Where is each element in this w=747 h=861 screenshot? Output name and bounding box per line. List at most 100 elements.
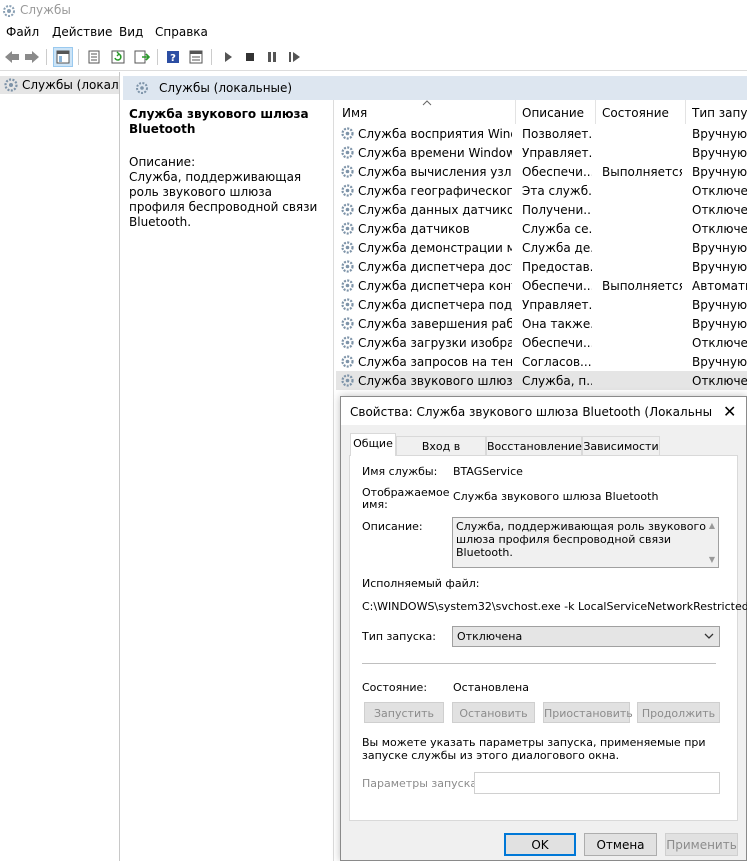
window-title: Службы	[20, 3, 71, 17]
service-gear-icon	[340, 240, 355, 258]
scroll-down-icon[interactable]: ▼	[709, 553, 715, 566]
menu-help[interactable]: Справка	[155, 25, 208, 39]
service-gear-icon	[340, 297, 355, 315]
cancel-button[interactable]: Отмена	[584, 833, 657, 856]
tree-item-label: Службы (локальные)	[22, 78, 118, 92]
tab-recovery[interactable]: Восстановление	[486, 436, 582, 455]
table-row[interactable]: Служба диспетчера доступа Предостав... Вру…	[336, 257, 747, 276]
chevron-down-icon	[704, 633, 714, 639]
dialog-titlebar: Свойства: Служба звукового шлюза Bluetoo…	[341, 397, 746, 425]
toolbar: ?	[0, 44, 747, 71]
service-description: Служба, п...	[522, 374, 592, 388]
table-row[interactable]: Служба времени Windows Управляет... Вручну…	[336, 143, 747, 162]
service-description: Она также...	[522, 317, 592, 331]
column-description[interactable]: Описание	[522, 106, 584, 120]
pause-button[interactable]: Приостановить	[543, 702, 633, 723]
service-description: Эта служб...	[522, 184, 592, 198]
description-textarea[interactable]: Служба, поддерживающая роль звукового шл…	[452, 517, 719, 568]
table-row[interactable]: Служба демонстрации магазина Служба де...…	[336, 238, 747, 257]
start-button[interactable]: Запустить	[364, 702, 444, 723]
sort-ascending-icon	[422, 100, 432, 106]
service-name: Служба географического положения	[358, 184, 512, 198]
help-icon[interactable]: ?	[163, 47, 183, 67]
properties-dialog: Свойства: Служба звукового шлюза Bluetoo…	[340, 396, 747, 861]
back-arrow-icon[interactable]	[2, 47, 22, 67]
service-description: Обеспечи...	[522, 336, 592, 350]
general-tab-panel: Имя службы: BTAGService Отображаемое имя…	[349, 455, 747, 821]
service-description: Служба се...	[522, 222, 592, 236]
display-name-label: Отображаемое имя:	[362, 486, 450, 511]
column-name[interactable]: Имя	[342, 106, 367, 120]
menu-file[interactable]: Файл	[6, 25, 39, 39]
service-gear-icon	[340, 126, 355, 144]
executable-label: Исполняемый файл:	[362, 577, 480, 590]
display-name-value: Служба звукового шлюза Bluetooth	[453, 490, 659, 503]
service-gear-icon	[340, 259, 355, 277]
menu-bar: Файл Действие Вид Справка	[0, 22, 747, 43]
service-description: Согласов...	[522, 355, 592, 369]
dialog-title: Свойства: Служба звукового шлюза Bluetoo…	[350, 405, 712, 419]
window-titlebar: Службы	[0, 0, 747, 22]
table-row[interactable]: Служба диспетчера подключений Управляет..…	[336, 295, 747, 314]
column-startup-type[interactable]: Тип запуска	[692, 106, 747, 120]
service-description: Предостав...	[522, 260, 592, 274]
extended-description: Служба звукового шлюза Bluetooth Описани…	[123, 100, 334, 861]
description-value: Служба, поддерживающая роль звукового шл…	[456, 520, 706, 559]
service-name: Служба диспетчера контейнеров	[358, 279, 512, 293]
play-icon[interactable]	[218, 47, 238, 67]
stop-icon[interactable]	[240, 47, 260, 67]
refresh-icon[interactable]	[108, 47, 128, 67]
description-text: Служба, поддерживающая роль звукового шл…	[129, 170, 318, 229]
service-gear-icon	[340, 373, 355, 391]
export-list-icon[interactable]	[132, 47, 152, 67]
service-name: Служба запросов на теневое	[358, 355, 512, 369]
restart-icon[interactable]	[285, 47, 305, 67]
table-row[interactable]: Служба вычисления узлов Обеспечи... Выполн…	[336, 162, 747, 181]
service-description: Управляет...	[522, 146, 592, 160]
services-gear-icon	[135, 81, 149, 98]
resume-button[interactable]: Продолжить	[637, 702, 720, 723]
service-name: Служба восприятия Windows	[358, 127, 512, 141]
start-params-input[interactable]	[474, 772, 720, 794]
service-status: Выполняется	[602, 279, 682, 293]
table-row[interactable]: Служба загрузки изображений Обеспечи... От…	[336, 333, 747, 352]
startup-type-label: Тип запуска:	[362, 630, 436, 643]
startup-type-select[interactable]: Отключена	[452, 626, 720, 647]
service-startup-type: Автоматически	[692, 279, 747, 293]
menu-action[interactable]: Действие	[52, 25, 112, 39]
console-tree-icon[interactable]	[53, 47, 73, 67]
table-row[interactable]: Служба запросов на теневое Согласов... Вру…	[336, 352, 747, 371]
service-startup-type: Вручную (активировать запуск)	[692, 355, 747, 369]
service-startup-type: Отключена	[692, 184, 747, 198]
description-label: Описание:	[129, 155, 196, 169]
ok-button[interactable]: OK	[504, 833, 576, 856]
description-label: Описание:	[362, 520, 423, 533]
properties-icon[interactable]	[84, 47, 104, 67]
service-startup-type: Отключена	[692, 374, 747, 388]
forward-arrow-icon[interactable]	[22, 47, 42, 67]
tree-item-services-local[interactable]: Службы (локальные)	[0, 76, 119, 94]
table-row[interactable]: Служба датчиков Служба се... Отключена	[336, 219, 747, 238]
close-icon[interactable]: ✕	[723, 402, 736, 421]
service-gear-icon	[340, 164, 355, 182]
tab-logon[interactable]: Вход в систему	[396, 436, 486, 466]
apply-button[interactable]: Применить	[665, 833, 738, 856]
table-row[interactable]: Служба звукового шлюза Bluetooth Служба, …	[336, 371, 747, 390]
pause-icon[interactable]	[262, 47, 282, 67]
show-pane-icon[interactable]	[186, 47, 206, 67]
column-status[interactable]: Состояние	[602, 106, 669, 120]
stop-button[interactable]: Остановить	[452, 702, 535, 723]
pane-header-title: Службы (локальные)	[159, 81, 293, 95]
table-row[interactable]: Служба восприятия Windows Позволяет... Вру…	[336, 124, 747, 143]
start-params-label: Параметры запуска:	[362, 777, 481, 790]
menu-view[interactable]: Вид	[119, 25, 143, 39]
scroll-up-icon[interactable]: ▲	[709, 519, 715, 532]
table-row[interactable]: Служба данных датчиков Получени... Отключе…	[336, 200, 747, 219]
tab-general[interactable]: Общие	[350, 433, 396, 456]
service-description: Получени...	[522, 203, 592, 217]
service-startup-type: Вручную (активировать запуск)	[692, 165, 747, 179]
table-row[interactable]: Служба диспетчера контейнеров Обеспечи...…	[336, 276, 747, 295]
tab-dependencies[interactable]: Зависимости	[582, 436, 660, 455]
table-row[interactable]: Служба географического положения Эта служ…	[336, 181, 747, 200]
table-row[interactable]: Служба завершения работы Она также... Вруч…	[336, 314, 747, 333]
